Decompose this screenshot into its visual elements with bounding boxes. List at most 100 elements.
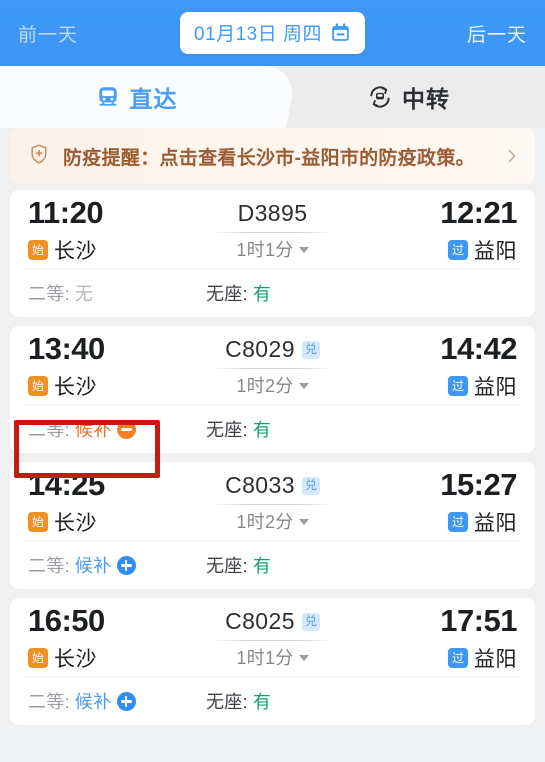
departure-block: 11:20 始 长沙	[28, 197, 178, 265]
chevron-down-icon[interactable]	[298, 247, 309, 253]
seat-second-class[interactable]: 二等: 候补	[28, 416, 206, 442]
train-row[interactable]: 14:25 始 长沙 C8033 兑 1时2分 15:27 过 益阳 二等: 候…	[10, 462, 535, 589]
tab-direct[interactable]: 直达	[0, 66, 272, 128]
seat-standing[interactable]: 无座: 有	[206, 688, 271, 714]
seat-standing-label: 无座:	[206, 420, 248, 440]
arrival-station-name: 益阳	[474, 647, 517, 671]
duration-row[interactable]: 1时1分	[236, 644, 309, 670]
arrival-station-row: 过 益阳	[367, 643, 517, 673]
seat-standing-value: 有	[252, 692, 272, 712]
plus-circle-icon[interactable]	[116, 555, 136, 575]
chevron-down-icon[interactable]	[298, 519, 309, 525]
start-station-badge: 始	[28, 239, 48, 260]
train-info-block[interactable]: D3895 1时1分	[178, 200, 367, 262]
seat-second-class-label: 二等:	[28, 556, 70, 576]
train-schedule: 13:40 始 长沙 C8029 兑 1时2分 14:42 过 益阳	[28, 326, 518, 404]
arrival-station-row: 过 益阳	[367, 235, 517, 265]
departure-station-name: 长沙	[54, 647, 97, 671]
duration-row[interactable]: 1时2分	[236, 372, 309, 398]
departure-block: 16:50 始 长沙	[28, 605, 178, 673]
prev-day-button[interactable]: 前一天	[18, 20, 78, 47]
chevron-right-icon[interactable]	[505, 147, 519, 165]
transfer-icon	[367, 84, 393, 110]
departure-time: 13:40	[28, 331, 105, 367]
train-info-block[interactable]: C8033 兑 1时2分	[178, 472, 367, 534]
epidemic-policy-text: 防疫提醒：点击查看长沙市-益阳市的防疫政策。	[63, 147, 475, 169]
train-row[interactable]: 16:50 始 长沙 C8025 兑 1时1分 17:51 过 益阳 二等: 候…	[10, 598, 535, 725]
pass-station-badge: 过	[448, 647, 468, 668]
seat-availability-row: 二等: 无 无座: 有	[28, 269, 517, 317]
departure-station-row: 始 长沙	[28, 643, 178, 673]
train-row[interactable]: 11:20 始 长沙 D3895 1时1分 12:21 过 益阳 二等: 无 无…	[10, 190, 535, 317]
train-number: C8033	[225, 472, 295, 498]
arrival-station-name: 益阳	[474, 511, 517, 535]
train-number: C8025	[225, 608, 295, 634]
seat-second-class-value: 候补	[74, 556, 112, 576]
date-header: 前一天 01月13日 周四 后一天	[0, 0, 545, 66]
seat-second-class-label: 二等:	[28, 284, 70, 304]
seat-standing[interactable]: 无座: 有	[206, 552, 271, 578]
arrival-time: 17:51	[440, 603, 517, 639]
arrival-station-name: 益阳	[474, 375, 517, 399]
seat-standing[interactable]: 无座: 有	[206, 280, 271, 306]
chevron-down-icon[interactable]	[298, 383, 309, 389]
epidemic-policy-banner[interactable]: 防疫提醒：点击查看长沙市-益阳市的防疫政策。	[10, 128, 535, 184]
route-line	[213, 504, 332, 505]
seat-standing-value: 有	[252, 420, 272, 440]
arrival-block: 14:42 过 益阳	[367, 333, 517, 401]
departure-station-row: 始 长沙	[28, 371, 178, 401]
shield-plus-icon	[28, 143, 50, 170]
duration-row[interactable]: 1时1分	[236, 236, 309, 262]
seat-availability-row: 二等: 候补 无座: 有	[28, 677, 517, 725]
duration-label: 1时1分	[236, 648, 294, 668]
train-number-row: C8029 兑	[225, 336, 320, 363]
seat-availability-row: 二等: 候补 无座: 有	[28, 541, 517, 589]
start-station-badge: 始	[28, 511, 48, 532]
start-station-badge: 始	[28, 375, 48, 396]
departure-block: 13:40 始 长沙	[28, 333, 178, 401]
calendar-icon[interactable]	[330, 22, 351, 43]
arrival-time: 12:21	[440, 195, 517, 231]
chevron-down-icon[interactable]	[298, 655, 309, 661]
next-day-button[interactable]: 后一天	[467, 20, 527, 47]
pass-station-badge: 过	[448, 239, 468, 260]
departure-station-name: 长沙	[54, 511, 97, 535]
departure-station-name: 长沙	[54, 375, 97, 399]
train-row[interactable]: 13:40 始 长沙 C8029 兑 1时2分 14:42 过 益阳 二等: 候…	[10, 326, 535, 453]
train-number: C8029	[225, 336, 295, 362]
departure-time: 14:25	[28, 467, 105, 503]
route-line	[213, 232, 332, 233]
tab-direct-label: 直达	[129, 86, 178, 112]
plus-circle-icon[interactable]	[116, 691, 136, 711]
train-schedule: 14:25 始 长沙 C8033 兑 1时2分 15:27 过 益阳	[28, 462, 518, 540]
arrival-time: 14:42	[440, 331, 517, 367]
train-search-screen: 前一天 01月13日 周四 后一天 直达 中转 防疫提醒：点击查看长沙市-益阳市…	[0, 0, 545, 762]
seat-standing-value: 有	[252, 284, 272, 304]
exchange-badge: 兑	[301, 340, 320, 359]
train-info-block[interactable]: C8029 兑 1时2分	[178, 336, 367, 398]
tab-transfer-label: 中转	[402, 86, 450, 112]
seat-second-class[interactable]: 二等: 候补	[28, 688, 206, 714]
duration-row[interactable]: 1时2分	[236, 508, 309, 534]
seat-standing-label: 无座:	[206, 284, 248, 304]
arrival-station-row: 过 益阳	[367, 507, 517, 537]
arrival-station-name: 益阳	[474, 239, 517, 263]
seat-second-class-value: 候补	[74, 420, 112, 440]
date-label: 01月13日 周四	[193, 24, 323, 45]
train-number-row: C8025 兑	[225, 608, 320, 635]
seat-standing-value: 有	[252, 556, 272, 576]
train-number: D3895	[237, 200, 308, 226]
date-picker-button[interactable]: 01月13日 周四	[179, 12, 366, 54]
minus-circle-icon[interactable]	[116, 419, 136, 439]
route-line	[213, 368, 332, 369]
seat-second-class-label: 二等:	[28, 692, 70, 712]
seat-second-class[interactable]: 二等: 无	[28, 280, 206, 306]
seat-second-class[interactable]: 二等: 候补	[28, 552, 206, 578]
departure-time: 16:50	[28, 603, 105, 639]
tab-transfer[interactable]: 中转	[272, 66, 545, 128]
train-info-block[interactable]: C8025 兑 1时1分	[178, 608, 367, 670]
seat-second-class-label: 二等:	[28, 420, 70, 440]
exchange-badge: 兑	[301, 612, 320, 631]
arrival-station-row: 过 益阳	[367, 371, 517, 401]
seat-standing[interactable]: 无座: 有	[206, 416, 271, 442]
